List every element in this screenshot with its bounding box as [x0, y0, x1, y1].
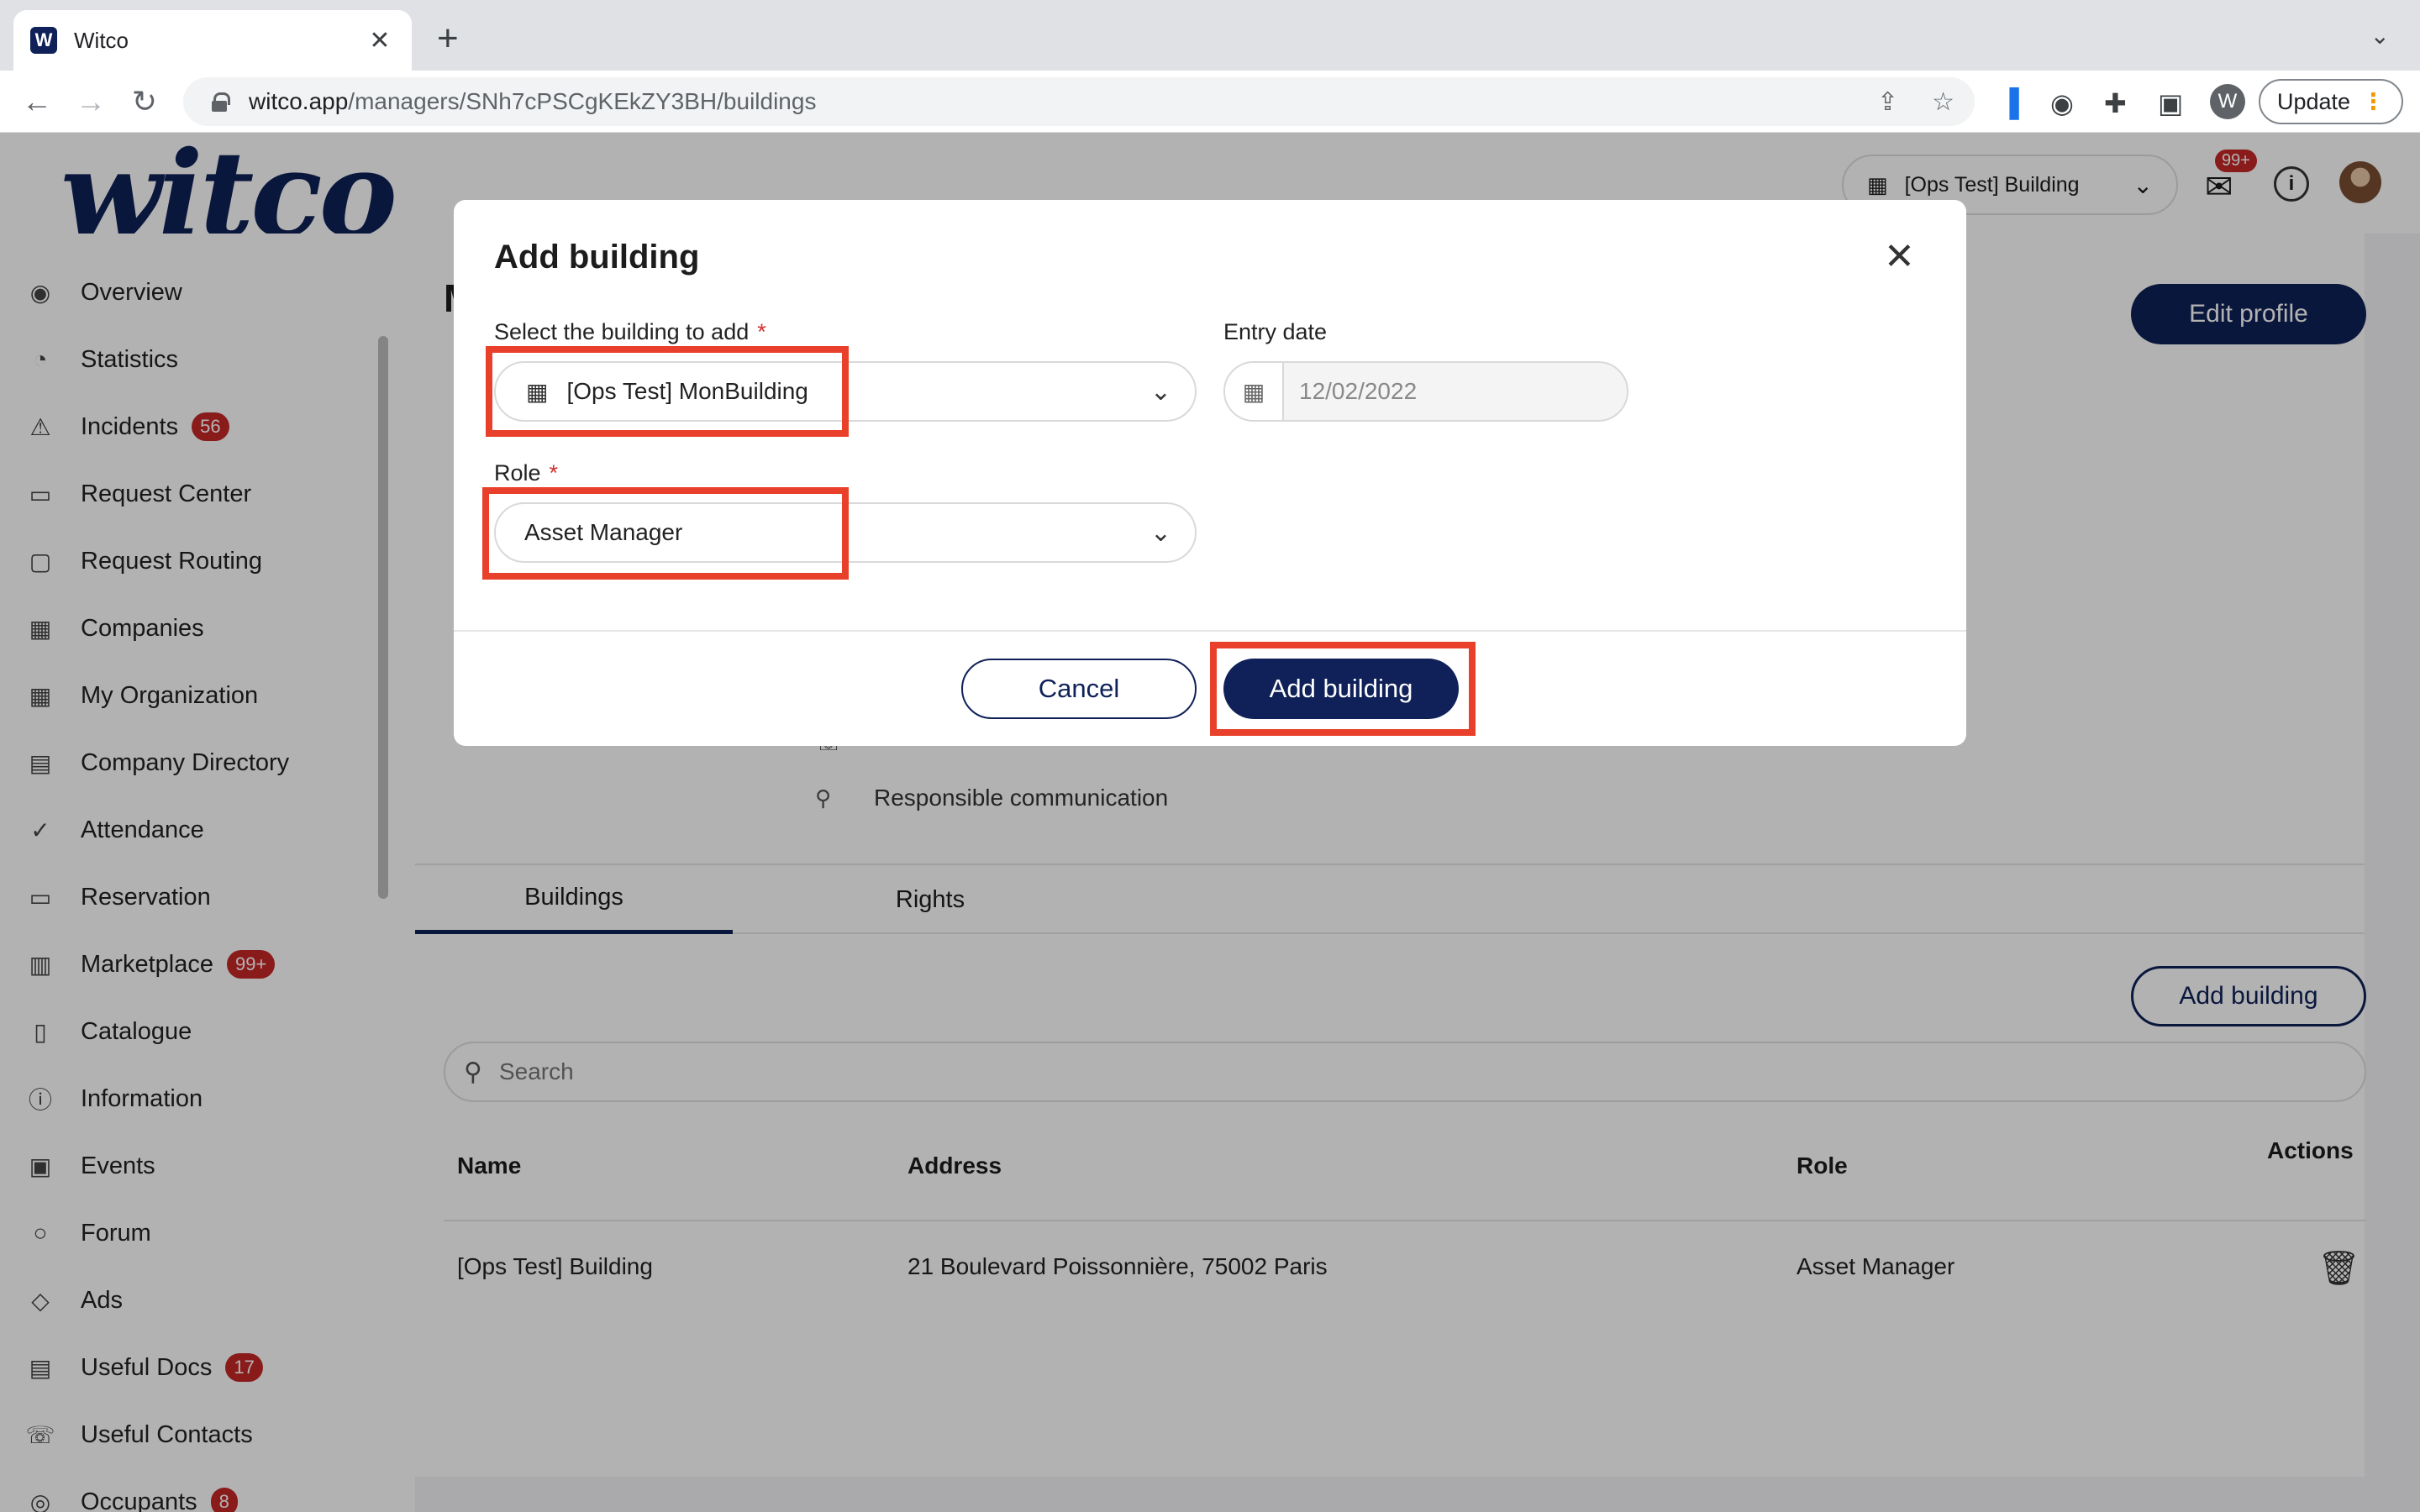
bookmark-star-icon[interactable]: ☆	[1932, 87, 1954, 117]
extensions-puzzle-icon[interactable]: ✚	[2104, 87, 2127, 119]
kebab-menu-icon: ⋮	[2362, 88, 2386, 114]
browser-tab[interactable]: W Witco ✕	[13, 10, 412, 71]
entry-date-label: Entry date	[1223, 319, 1328, 344]
tab-title: Witco	[74, 27, 129, 53]
chevron-down-icon: ⌄	[1150, 377, 1171, 406]
calendar-icon: ▦	[1225, 363, 1284, 420]
highlight-submit-button	[1210, 642, 1476, 736]
profile-avatar-icon[interactable]: W	[2210, 84, 2245, 119]
forward-arrow-icon[interactable]: →	[72, 84, 109, 121]
close-icon[interactable]: ✕	[1884, 239, 1915, 276]
browser-tab-bar: W Witco ✕ + ⌄	[0, 0, 2420, 71]
share-icon[interactable]: ⇪	[1877, 87, 1898, 117]
witco-favicon-icon: W	[30, 27, 57, 54]
extension-color-icon[interactable]: ◉	[2050, 87, 2074, 119]
lock-icon[interactable]	[212, 92, 230, 112]
cancel-button[interactable]: Cancel	[961, 659, 1197, 719]
extension-bars-icon[interactable]: ▐	[2000, 87, 2019, 118]
entry-date-field[interactable]: ▦ 12/02/2022	[1223, 361, 1628, 422]
new-tab-plus-icon[interactable]: +	[437, 20, 459, 57]
browser-toolbar: ← → ↻ witco.app/managers/SNh7cPSCgKEkZY3…	[0, 71, 2420, 133]
address-bar[interactable]: witco.app/managers/SNh7cPSCgKEkZY3BH/bui…	[183, 77, 1975, 126]
role-field-label: Role *	[494, 460, 559, 486]
tab-search-chevron-icon[interactable]: ⌄	[2370, 22, 2390, 50]
url-text[interactable]: witco.app/managers/SNh7cPSCgKEkZY3BH/bui…	[249, 88, 1844, 115]
building-field-label: Select the building to add *	[494, 319, 766, 344]
tab-close-icon[interactable]: ✕	[365, 26, 395, 55]
modal-title: Add building	[494, 239, 700, 276]
highlight-building-select	[486, 346, 849, 437]
chevron-down-icon: ⌄	[1150, 518, 1171, 547]
update-button[interactable]: Update ⋮	[2259, 79, 2403, 124]
modal-divider	[454, 630, 1966, 632]
side-panel-icon[interactable]: ▣	[2158, 87, 2183, 119]
highlight-role-select	[482, 487, 849, 580]
back-arrow-icon[interactable]: ←	[18, 84, 55, 121]
reload-icon[interactable]: ↻	[126, 84, 163, 121]
